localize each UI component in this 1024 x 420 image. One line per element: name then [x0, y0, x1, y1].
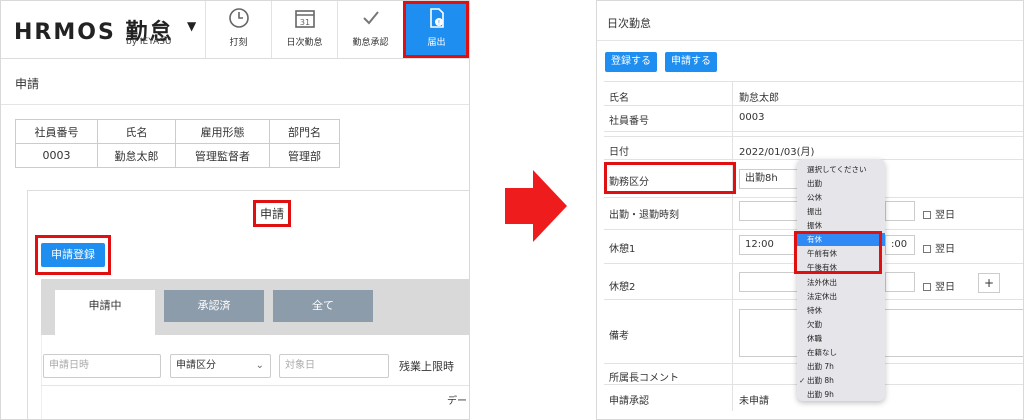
request-type-select[interactable]: 申請区分 ⌄ [170, 354, 271, 378]
row-divider [604, 81, 1023, 82]
divider [1, 104, 469, 105]
page-title: 日次勤怠 [607, 17, 651, 30]
request-type-value: 申請区分 [176, 360, 216, 371]
apply-button[interactable]: 申請する [665, 52, 717, 72]
nav-daily[interactable]: 31 日次勤怠 [271, 1, 337, 58]
chevron-down-icon[interactable]: ▼ [187, 19, 196, 33]
arrow-right-icon [505, 170, 567, 246]
name-label: 氏名 [609, 93, 629, 104]
next-day-label: 翌日 [935, 244, 955, 255]
option-work-9h[interactable]: 出勤 9h [797, 388, 885, 401]
next-day-label: 翌日 [935, 210, 955, 221]
divider [41, 385, 469, 386]
nav-requests[interactable]: ! 届出 [403, 1, 469, 58]
emp-no-label: 社員番号 [609, 116, 649, 127]
work-type-label: 勤務区分 [609, 177, 649, 188]
date-label: 日付 [609, 147, 629, 158]
value-name: 勤怠太郎 [97, 143, 176, 168]
nav-requests-label: 届出 [427, 38, 446, 48]
nav-punch[interactable]: 打刻 [205, 1, 271, 58]
approval-value: 未申請 [739, 396, 769, 407]
option-absence[interactable]: 欠勤 [797, 318, 885, 331]
option-work[interactable]: 出勤 [797, 177, 885, 190]
data-empty-text: デー [447, 396, 467, 407]
page-title: 申請 [15, 77, 40, 91]
header-name: 氏名 [97, 119, 176, 144]
clock-icon [206, 7, 271, 34]
break1-label: 休憩1 [609, 244, 636, 255]
value-emp-no: 0003 [15, 143, 98, 168]
option-work-8h[interactable]: 出勤 8h [797, 374, 885, 387]
next-day-label: 翌日 [935, 282, 955, 293]
nav-daily-label: 日次勤怠 [286, 38, 323, 48]
work-type-select[interactable]: 出勤8h [739, 169, 801, 189]
chevron-down-icon: ⌄ [255, 360, 264, 371]
option-leave-of-absence[interactable]: 休職 [797, 332, 885, 345]
next-day-checkbox[interactable]: 翌日 [923, 278, 955, 293]
option-work-7h[interactable]: 出勤 7h [797, 360, 885, 373]
add-break-button[interactable]: + [978, 273, 1000, 293]
break1-end-input[interactable]: :00 [885, 235, 915, 255]
tab-approved[interactable]: 承認済 [164, 290, 264, 322]
svg-text:!: ! [437, 20, 439, 27]
emp-no-value: 0003 [739, 112, 765, 123]
break1-start-input[interactable]: 12:00 [739, 235, 799, 255]
comment-label: 所属長コメント [609, 373, 679, 384]
approval-label: 申請承認 [609, 396, 649, 407]
calendar-icon: 31 [272, 7, 337, 34]
employee-info-table: 社員番号 氏名 雇用形態 部門名 0003 勤怠太郎 管理監督者 管理部 [15, 119, 340, 168]
calendar-day: 31 [299, 18, 309, 27]
check-icon [338, 7, 403, 34]
value-employment: 管理監督者 [175, 143, 270, 168]
row-divider [604, 131, 1023, 132]
nav-punch-label: 打刻 [229, 38, 248, 48]
option-not-enrolled[interactable]: 在籍なし [797, 346, 885, 359]
next-day-checkbox[interactable]: 翌日 [923, 240, 955, 255]
break2-start-input[interactable] [739, 272, 799, 292]
register-request-button[interactable]: 申請登録 [41, 243, 105, 267]
next-day-checkbox[interactable]: 翌日 [923, 206, 955, 221]
break2-label: 休憩2 [609, 282, 636, 293]
work-type-dropdown[interactable]: 選択してください 出勤 公休 振出 振休 有休 午前有休 午後有休 法外休出 法… [797, 159, 885, 401]
logo-subtitle: by IEYASU [126, 37, 172, 47]
name-value: 勤怠太郎 [739, 93, 779, 104]
tab-all[interactable]: 全て [273, 290, 373, 322]
header-employment: 雇用形態 [175, 119, 270, 144]
overtime-limit-header: 残業上限時 [399, 360, 454, 373]
request-date-field[interactable]: 申請日時 [43, 354, 161, 378]
right-screenshot: 日次勤怠 登録する 申請する 氏名 勤怠太郎 社員番号 0003 日付 2022… [596, 0, 1024, 420]
card-title: 申請 [253, 200, 292, 227]
value-dept: 管理部 [269, 143, 340, 168]
app-header: HRMOS 勤怠 by IEYASU ▼ 打刻 31 日次勤怠 勤怠承認 ! 届… [1, 1, 469, 59]
register-button[interactable]: 登録する [605, 52, 657, 72]
row-divider [604, 136, 1023, 137]
in-out-label: 出勤・退勤時刻 [609, 210, 679, 221]
option-transfer-work[interactable]: 振出 [797, 205, 885, 218]
paid-leave-options-highlight [794, 231, 882, 274]
option-nonstatutory-holiday-work[interactable]: 法外休出 [797, 276, 885, 289]
tab-bar: 申請中 承認済 全て [41, 279, 469, 335]
header-dept: 部門名 [269, 119, 340, 144]
target-date-field[interactable]: 対象日 [279, 354, 389, 378]
nav-approval-label: 勤怠承認 [352, 38, 389, 48]
header-emp-no: 社員番号 [15, 119, 98, 144]
date-value: 2022/01/03(月) [739, 147, 815, 158]
option-select[interactable]: 選択してください [797, 163, 885, 176]
option-public-holiday[interactable]: 公休 [797, 191, 885, 204]
option-special-leave[interactable]: 特休 [797, 304, 885, 317]
row-divider [604, 105, 1023, 106]
tab-pending[interactable]: 申請中 [55, 290, 155, 335]
divider [597, 40, 1023, 41]
clock-out-input[interactable] [885, 201, 915, 221]
register-highlight: 申請登録 [35, 235, 111, 275]
left-screenshot: HRMOS 勤怠 by IEYASU ▼ 打刻 31 日次勤怠 勤怠承認 ! 届… [0, 0, 470, 420]
option-statutory-holiday-work[interactable]: 法定休出 [797, 290, 885, 303]
clock-in-input[interactable] [739, 201, 799, 221]
document-icon: ! [404, 7, 469, 34]
break2-end-input[interactable] [885, 272, 915, 292]
nav-approval[interactable]: 勤怠承認 [337, 1, 403, 58]
memo-label: 備考 [609, 331, 629, 342]
